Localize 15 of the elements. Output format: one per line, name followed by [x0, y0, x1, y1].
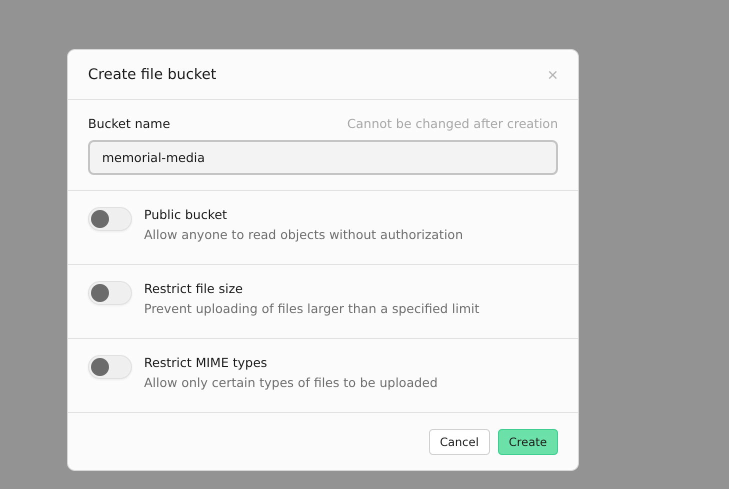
dialog-title: Create file bucket	[88, 66, 216, 82]
bucket-name-field[interactable]: memorial-media	[88, 140, 558, 175]
option-title: Public bucket	[144, 207, 228, 222]
option-title: Restrict MIME types	[144, 355, 268, 370]
create-button[interactable]: Create	[498, 429, 558, 455]
toggle-switch[interactable]	[88, 355, 132, 379]
field-hint: Cannot be changed after creation	[347, 116, 558, 131]
option-title: Restrict file size	[144, 281, 244, 296]
field-label: Bucket name	[88, 116, 170, 131]
option-description: Allow anyone to read objects without authorization	[144, 227, 464, 242]
cancel-button[interactable]: Cancel	[428, 429, 490, 455]
option-description: Prevent uploading of files larger than a specified limit	[144, 301, 480, 316]
toggle-switch[interactable]	[88, 281, 132, 305]
toggle-switch[interactable]	[88, 207, 132, 231]
option-description: Allow only certain types of files to be uploaded	[144, 375, 438, 390]
